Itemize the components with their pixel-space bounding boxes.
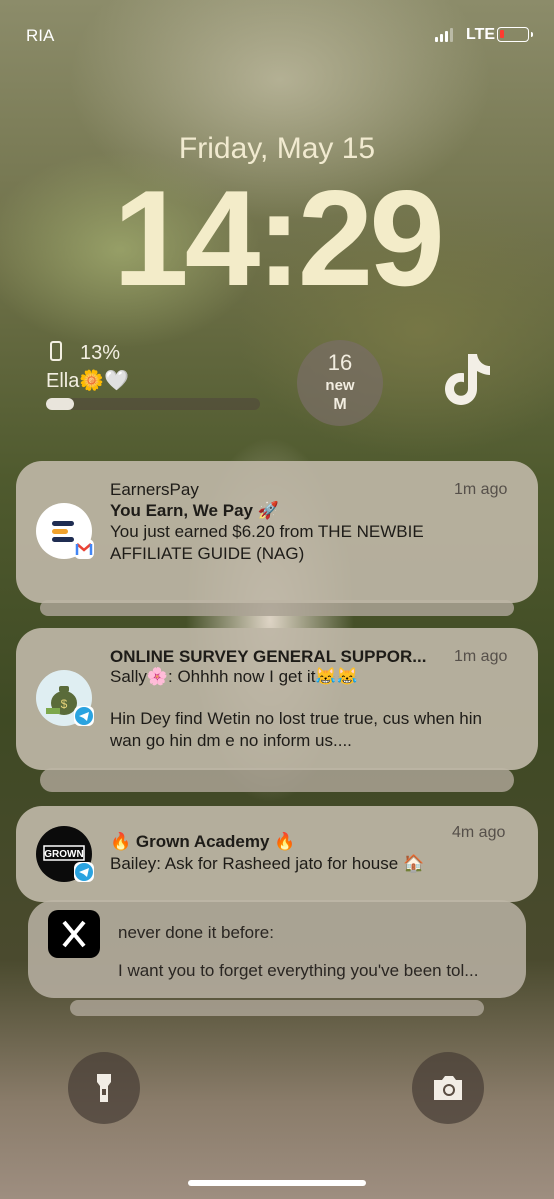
camera-icon [434,1076,462,1100]
phone-battery-icon [50,341,62,361]
flashlight-icon [97,1074,111,1102]
gmail-icon [74,539,94,559]
home-indicator[interactable] [188,1180,366,1186]
notification-card-x[interactable]: never done it before: I want you to forg… [28,900,526,998]
svg-text:$: $ [61,697,68,711]
notification-body: You just earned $6.20 from THE NEWBIE AF… [110,522,424,563]
notification-body-line: never done it before: [118,923,274,942]
carrier-label: RIA [26,26,55,45]
mail-widget[interactable]: 16 new M [297,340,383,426]
notification-stack-edge [70,1000,484,1016]
notification-time: 1m ago [454,648,508,665]
notification-title: You Earn, We Pay 🚀 [110,501,279,520]
notification-time: 1m ago [454,481,508,498]
battery-progress-track [46,398,260,410]
telegram-icon [74,862,94,882]
mail-label: new [325,377,355,394]
battery-icon [497,27,533,42]
gmail-icon: M [333,396,347,413]
notification-app-name: ONLINE SURVEY GENERAL SUPPOR... [110,647,427,666]
network-label: LTE [466,26,496,43]
grown-logo-text: GROWN [44,849,83,860]
notification-time: 4m ago [452,824,506,841]
battery-percent: 13% [80,342,121,364]
flashlight-button[interactable] [68,1052,140,1124]
lockscreen-time: 14:29 [113,162,445,314]
notification-title: Sally🌸: Ohhhh now I get it😹😹 [110,667,358,686]
tiktok-icon[interactable] [440,350,492,410]
notification-stack-edge [40,768,514,792]
x-icon [48,910,100,958]
notification-body-line: I want you to forget everything you've b… [118,961,479,980]
notification-app-name: EarnersPay [110,480,199,499]
battery-progress-fill [46,398,74,410]
lockscreen-date: Friday, May 15 [178,132,376,165]
notification-title: Bailey: Ask for Rasheed jato for house 🏠 [110,854,425,873]
battery-device-name: Ella🌼🤍 [46,370,130,392]
mail-count: 16 [327,350,353,375]
signal-icon [435,28,453,42]
camera-button[interactable] [412,1052,484,1124]
telegram-icon [74,706,94,726]
notification-card-earnerspay[interactable]: EarnersPay 1m ago You Earn, We Pay 🚀 You… [16,461,538,603]
notification-body: Hin Dey find Wetin no lost true true, cu… [110,709,482,750]
notification-card-grown-academy[interactable]: GROWN 🔥 Grown Academy 🔥 4m ago Bailey: A… [16,806,538,902]
notification-card-survey[interactable]: $ ONLINE SURVEY GENERAL SUPPOR... 1m ago… [16,628,538,770]
notification-app-name: 🔥 Grown Academy 🔥 [110,832,296,851]
